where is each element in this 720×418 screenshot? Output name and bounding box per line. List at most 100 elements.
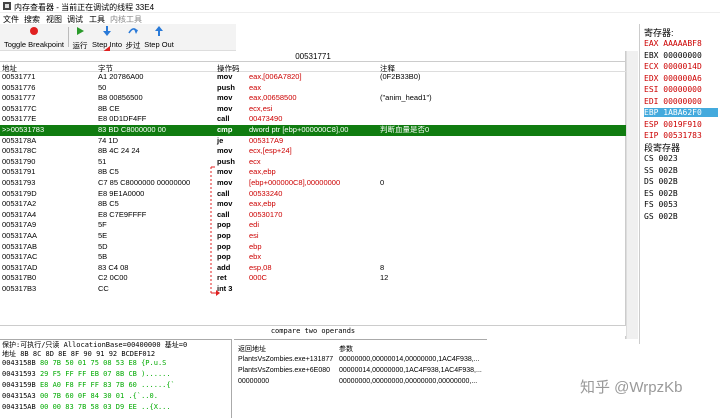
step-over-button[interactable]: 步过	[124, 24, 142, 51]
stack-col-params: 参数	[339, 346, 353, 353]
hex-ascii: ......{`	[141, 381, 175, 389]
row-address: 005317AC	[2, 252, 38, 262]
step-out-button[interactable]: Step Out	[143, 24, 175, 51]
register-esp[interactable]: ESP 0019F910	[644, 120, 702, 129]
register-esi[interactable]: ESI 00000000	[644, 85, 702, 94]
disasm-row[interactable]: 00531777 B8 00856500 mov eax,00658500 ("anim…	[0, 93, 626, 104]
hex-ascii: {P.u.S	[141, 359, 167, 367]
stack-return-address[interactable]: PlantsVsZombies.exe+131877	[238, 356, 333, 363]
disasm-column-header: 地址 字节 操作码 注释	[0, 62, 626, 73]
row-address: 005317AD	[2, 262, 38, 272]
row-bytes: E8 9E1A0000	[98, 188, 145, 198]
register-eip[interactable]: EIP 00531783	[644, 131, 702, 140]
step-out-label: Step Out	[144, 40, 174, 49]
disassembler-pane[interactable]: 00531771 地址 字节 操作码 注释 00531771 A1 20786A0…	[0, 51, 626, 339]
watermark: 知乎 @WrpzKb	[580, 379, 683, 396]
row-address: 00531771	[2, 72, 36, 81]
disasm-row[interactable]: >>00531783 83 BD C8000000 00 cmp dword ptr …	[0, 125, 626, 136]
menu-bar: 文件 搜索 视图 调试 工具 内核工具	[0, 13, 720, 24]
segment-value: 0053	[658, 200, 678, 209]
disasm-row[interactable]: 00531791 8B C5 mov eax,ebp	[0, 167, 626, 178]
toggle-breakpoint-button[interactable]: Toggle Breakpoint	[2, 24, 66, 51]
segment-es[interactable]: ES 002B	[644, 189, 678, 198]
row-bytes: 8B C5	[98, 199, 119, 209]
hex-address: 004315AB	[2, 403, 36, 411]
segment-fs[interactable]: FS 0053	[644, 200, 678, 209]
register-value: 0000014D	[663, 62, 702, 71]
register-ecx[interactable]: ECX 0000014D	[644, 62, 702, 71]
row-bytes: CC	[98, 284, 109, 293]
disasm-row[interactable]: 00531790 51 push ecx	[0, 157, 626, 168]
row-address: 005317AA	[2, 231, 38, 240]
register-ebp[interactable]: EBP 1ABA62F0	[644, 108, 718, 117]
register-edx[interactable]: EDX 000000A6	[644, 74, 702, 83]
stack-params[interactable]: 00000014,00000000,1AC4F938,1AC4F938,...	[339, 367, 482, 374]
hex-address: 0043158B	[2, 359, 36, 367]
disasm-scrollbar[interactable]	[626, 51, 638, 339]
row-address: 0053177E	[2, 114, 37, 124]
register-value: 0019F910	[663, 119, 702, 129]
segment-ds[interactable]: DS 002B	[644, 177, 678, 186]
disasm-row[interactable]: 0053177C 8B CE mov ecx,esi	[0, 104, 626, 115]
toggle-breakpoint-label: Toggle Breakpoint	[3, 40, 65, 49]
run-button[interactable]: 运行	[71, 24, 89, 51]
register-eax[interactable]: EAX AAAAABF8	[644, 39, 702, 48]
hex-view-pane[interactable]: 保护:可执行/只读 AllocationBase=00400000 基址=0 地…	[0, 339, 232, 418]
title-bar: 内存查看器 - 当前正在调试的线程 33E4	[0, 0, 720, 13]
disasm-row[interactable]: 00531776 50 push eax	[0, 83, 626, 94]
segment-name: FS	[644, 200, 654, 209]
register-value: 00000000	[663, 50, 702, 60]
segment-gs[interactable]: GS 002B	[644, 212, 678, 221]
step-out-icon	[155, 26, 163, 36]
registers-title: 寄存器:	[644, 28, 674, 38]
disasm-row[interactable]: 005317AA 5E pop esi	[0, 231, 626, 242]
hex-row[interactable]: 004315A3 00 7B 60 0F 84 30 01 .{`..0.	[2, 392, 158, 400]
disasm-row[interactable]: 005317A2 8B C5 mov eax,ebp	[0, 199, 626, 210]
disasm-row[interactable]: 005317B3 CC int 3	[0, 284, 626, 295]
row-bytes: B8 00856500	[98, 93, 143, 103]
register-ebx[interactable]: EBX 00000000	[644, 51, 702, 60]
segment-ss[interactable]: SS 002B	[644, 166, 678, 175]
current-address-header: 00531771	[0, 51, 626, 62]
row-args: 000C	[249, 273, 267, 283]
row-args: ecx	[249, 156, 261, 166]
hex-row[interactable]: 0043159B E8 A0 F8 FF FF 83 7B 60 ......{…	[2, 381, 175, 389]
stack-return-address[interactable]: 00000000	[238, 378, 269, 385]
row-args: edi	[249, 220, 260, 230]
stack-return-address[interactable]: PlantsVsZombies.exe+6E080	[238, 367, 330, 374]
register-name: EBX	[644, 50, 659, 60]
register-name: EDX	[644, 73, 659, 83]
disasm-row[interactable]: 005317B0 C2 0C00 ret 000C 12	[0, 273, 626, 284]
disasm-row[interactable]: 0053178C 8B 4C 24 24 mov ecx,[esp+24]	[0, 146, 626, 157]
disasm-row[interactable]: 0053179D E8 9E1A0000 call 00533240	[0, 189, 626, 200]
register-name: ECX	[644, 62, 659, 71]
disasm-row[interactable]: 005317AC 5B pop ebx	[0, 252, 626, 263]
row-args: 00530170	[249, 209, 283, 219]
disasm-row[interactable]: 005317A9 5F pop edi	[0, 220, 626, 231]
row-address: 005317B3	[2, 284, 37, 293]
row-args: 00533240	[249, 188, 283, 198]
row-args: ebp	[249, 241, 262, 251]
hex-row[interactable]: 004315AB 00 00 83 7B 58 03 D9 EE ..{X...	[2, 403, 171, 411]
stack-params[interactable]: 00000000,00000014,00000000,1AC4F938,...	[339, 356, 480, 363]
hex-row[interactable]: 00431593 29 F5 FF FF EB 07 8B CB )......	[2, 370, 171, 378]
disasm-row[interactable]: 0053177E E8 0D1DF4FF call 00473490	[0, 114, 626, 125]
row-bytes: 8B 4C 24 24	[98, 146, 140, 156]
stack-trace-pane[interactable]: 返回地址 参数 PlantsVsZombies.exe+131877 000000…	[234, 339, 487, 418]
disasm-row[interactable]: 005317A4 E8 C7E9FFFF call 00530170	[0, 210, 626, 221]
disasm-row[interactable]: 005317AD 83 C4 08 add esp,08 8	[0, 263, 626, 274]
register-edi[interactable]: EDI 00000000	[644, 97, 702, 106]
row-opcode: push	[217, 82, 235, 92]
disasm-row[interactable]: 005317AB 5D pop ebp	[0, 242, 626, 253]
stack-params[interactable]: 00000000,00000000,00000000,00000000,...	[339, 378, 477, 385]
disasm-row[interactable]: 0053178A 74 1D je 005317A9	[0, 136, 626, 147]
register-value: 000000A6	[663, 73, 702, 83]
disasm-row[interactable]: 00531771 A1 20786A00 mov eax,[006A7820] (0F2…	[0, 72, 626, 83]
memory-viewer-window: 内存查看器 - 当前正在调试的线程 33E4 文件 搜索 视图 调试 工具 内核…	[0, 0, 720, 418]
step-over-icon	[128, 28, 138, 34]
row-address: 0053179D	[2, 188, 37, 198]
registers-pane: 寄存器: EAX AAAAABF8 EBX 00000000 ECX 0000014D…	[639, 24, 720, 344]
disasm-row[interactable]: 00531793 C7 85 C8000000 00000000 mov [ebp+0…	[0, 178, 626, 189]
segment-cs[interactable]: CS 0023	[644, 154, 678, 163]
hex-row[interactable]: 0043158B 80 7B 50 01 75 08 53 E8 {P.u.S	[2, 359, 166, 367]
